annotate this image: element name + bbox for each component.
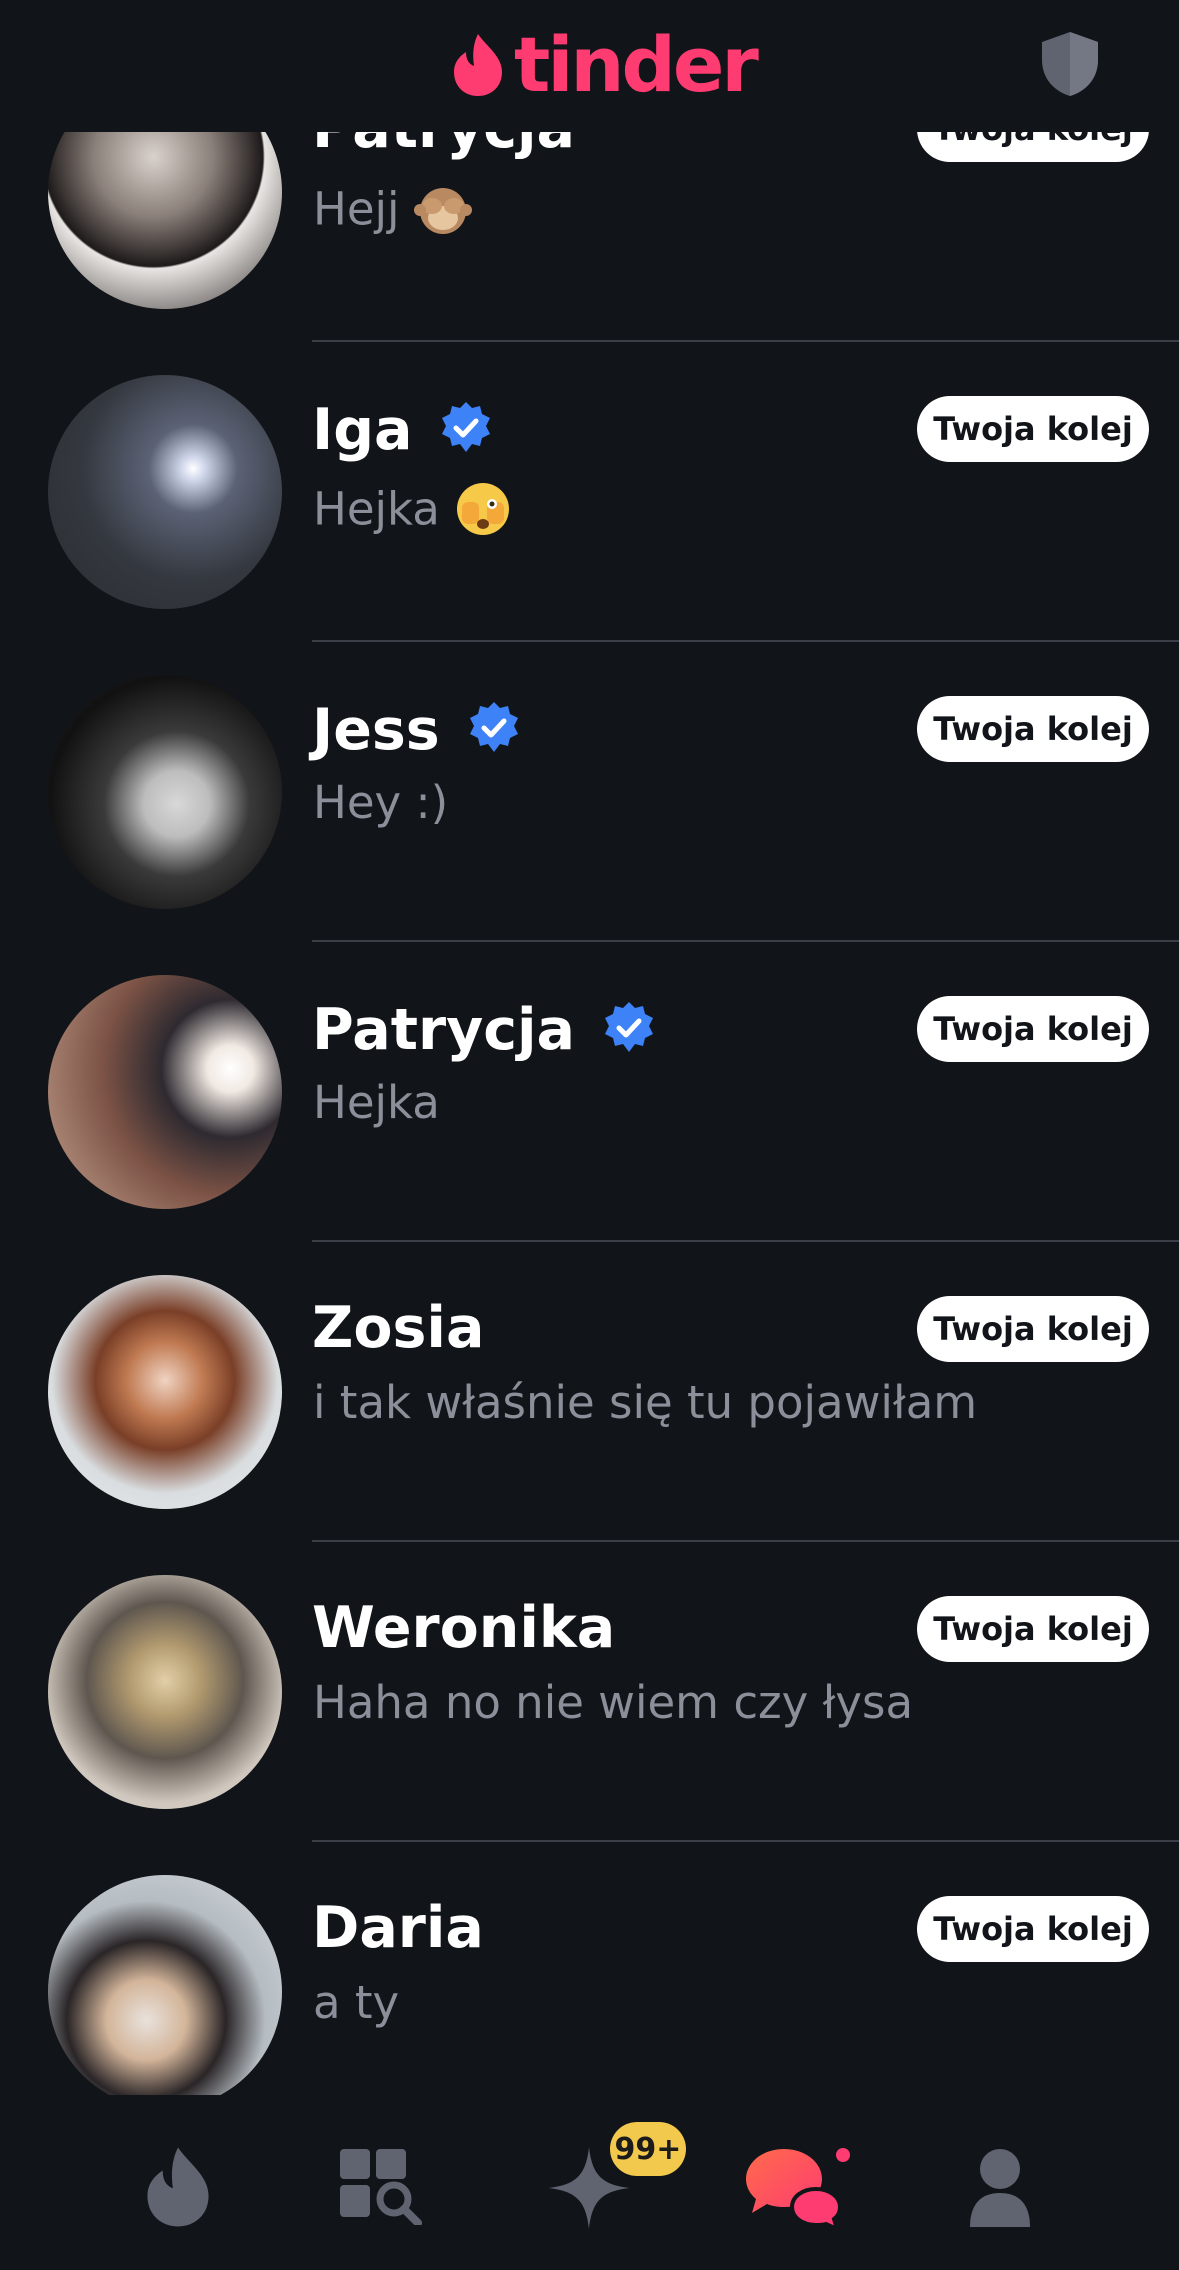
last-message: Haha no nie wiem czy łysa bbox=[313, 1676, 914, 1729]
avatar[interactable] bbox=[48, 975, 282, 1209]
chat-icon[interactable] bbox=[744, 2145, 844, 2235]
your-turn-button[interactable]: Twoja kolej bbox=[917, 1596, 1149, 1662]
your-turn-button[interactable]: Twoja kolej bbox=[917, 1896, 1149, 1962]
notification-badge: 99+ bbox=[610, 2122, 686, 2176]
last-message: a ty bbox=[313, 1976, 400, 2029]
last-message: i tak właśnie się tu pojawiłam bbox=[313, 1376, 978, 1429]
see-no-evil-monkey-icon bbox=[413, 180, 472, 245]
avatar[interactable] bbox=[48, 1275, 282, 1509]
verified-badge-icon bbox=[466, 700, 522, 760]
match-name: Iga bbox=[312, 396, 413, 463]
top-bar: tinder bbox=[0, 0, 1179, 132]
last-message: Hejj bbox=[313, 180, 472, 245]
list-item[interactable]: Zosia i tak właśnie się tu pojawiłam Two… bbox=[0, 1242, 1179, 1542]
list-item[interactable]: Weronika Haha no nie wiem czy łysa Twoja… bbox=[0, 1542, 1179, 1842]
match-name: Patrycja bbox=[312, 996, 576, 1063]
your-turn-button[interactable]: Twoja kolej bbox=[917, 396, 1149, 462]
last-message: Hejka bbox=[313, 1076, 440, 1129]
flame-icon bbox=[450, 32, 506, 98]
list-item[interactable]: Jess Hey :) Twoja kolej bbox=[0, 642, 1179, 942]
explore-icon[interactable] bbox=[338, 2145, 428, 2229]
avatar[interactable] bbox=[48, 1575, 282, 1809]
shield-icon[interactable] bbox=[1038, 30, 1102, 102]
profile-icon[interactable] bbox=[968, 2145, 1032, 2233]
avatar[interactable] bbox=[48, 375, 282, 609]
matches-list: Patrycja Hejj Twoja kolej Iga bbox=[0, 0, 1179, 2095]
your-turn-button[interactable]: Twoja kolej bbox=[917, 696, 1149, 762]
your-turn-button[interactable]: Twoja kolej bbox=[917, 996, 1149, 1062]
list-item[interactable]: Daria a ty Twoja kolej bbox=[0, 1842, 1179, 2095]
your-turn-button[interactable]: Twoja kolej bbox=[917, 1296, 1149, 1362]
unread-dot bbox=[836, 2148, 850, 2162]
last-message: Hey :) bbox=[313, 776, 449, 829]
list-item[interactable]: Iga Hejka Twoja kolej bbox=[0, 342, 1179, 642]
brand-text: tinder bbox=[514, 20, 759, 109]
bottom-nav bbox=[0, 2095, 1179, 2270]
match-name: Weronika bbox=[312, 1595, 616, 1661]
tinder-logo: tinder bbox=[450, 20, 759, 110]
face-with-peeking-eye-icon bbox=[454, 480, 512, 545]
flame-icon[interactable] bbox=[142, 2145, 214, 2233]
list-item[interactable]: Patrycja Hejka Twoja kolej bbox=[0, 942, 1179, 1242]
verified-badge-icon bbox=[601, 1000, 657, 1060]
match-name: Daria bbox=[312, 1895, 484, 1961]
avatar[interactable] bbox=[48, 675, 282, 909]
avatar[interactable] bbox=[48, 1875, 282, 2095]
match-name: Jess bbox=[312, 696, 440, 763]
last-message: Hejka bbox=[313, 480, 512, 545]
verified-badge-icon bbox=[438, 400, 494, 460]
match-name: Zosia bbox=[312, 1295, 485, 1361]
